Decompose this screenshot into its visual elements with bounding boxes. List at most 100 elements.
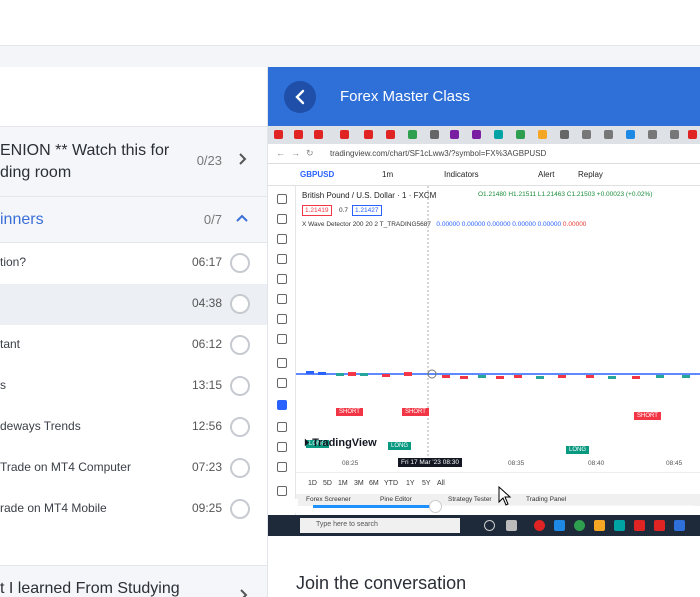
lock-tool-icon [277,442,287,452]
progress-handle[interactable] [428,500,442,513]
taskbar-app-icon [614,520,625,531]
taskbar-app-icon [634,520,645,531]
time-tick: 08:35 [508,460,525,467]
taskbar-app-icon [674,520,685,531]
magnet-tool-icon [277,400,287,410]
range-5d[interactable]: 5D [323,480,332,487]
range-6m[interactable]: 6M [369,480,379,487]
tab-favicon-icon [582,130,591,139]
lesson-complete-checkbox[interactable] [230,376,250,396]
windows-taskbar: Type here to search [268,515,700,536]
video-header: Forex Master Class [268,67,700,126]
range-5y[interactable]: 5Y [422,480,431,487]
back-button[interactable] [284,81,316,113]
range-1m[interactable]: 1M [338,480,348,487]
pause-icon [294,499,298,513]
short-signal-label: SHORT [402,408,429,416]
browser-address-bar: ←→↻ tradingview.com/chart/SF1cLww3/?symb… [268,144,700,164]
tab-favicon-icon [604,130,613,139]
lesson-duration: 09:25 [191,501,222,515]
browser-nav-icons: ←→↻ [276,148,320,158]
lesson-complete-checkbox[interactable] [230,253,250,273]
tab-favicon-icon [648,130,657,139]
brush-tool-icon [277,254,287,264]
taskbar-app-icon [654,520,665,531]
range-all[interactable]: All [437,480,445,487]
tab-favicon-icon [294,130,303,139]
section-title-line-2: ding room [0,164,72,181]
pause-icon [287,499,291,513]
chevron-right-icon[interactable] [235,152,249,166]
pause-button[interactable] [286,499,300,513]
drawing-toolbar [268,186,296,536]
taskbar-app-icon [506,520,517,531]
range-ytd[interactable]: YTD [384,480,398,487]
tab-favicon-icon [314,130,323,139]
tab-favicon-icon [340,130,349,139]
section-progress-count: 0/7 [203,212,222,227]
taskbar-app-icon [554,520,565,531]
time-tick: 08:45 [666,460,683,467]
lesson-item[interactable]: Trade on MT4 Computer 07:23 [0,448,267,489]
lesson-complete-checkbox[interactable] [230,499,250,519]
section-title: ENION ** Watch this for ding room [0,140,190,184]
lesson-item[interactable]: tant 06:12 [0,325,267,366]
lesson-item-active[interactable]: 04:38 [0,284,267,325]
tab-favicon-icon [450,130,459,139]
section-title: t I learned From Studying [0,580,180,597]
lesson-item[interactable]: tion? 06:17 [0,243,267,284]
range-1d[interactable]: 1D [308,480,317,487]
interval-label: 1m [382,170,394,179]
price-chart[interactable]: British Pound / U.S. Dollar · 1 · FXCM O… [296,186,700,458]
chevron-up-icon[interactable] [235,212,249,226]
conversation-heading: Join the conversation [296,573,467,593]
lesson-title: deways Trends [0,419,81,433]
progress-fill [313,505,435,508]
lesson-complete-checkbox[interactable] [230,335,250,355]
lesson-duration: 13:15 [191,378,222,392]
lesson-duration: 06:17 [191,255,222,269]
course-sidebar: ENION ** Watch this for ding room 0/23 i… [0,67,268,597]
lesson-item[interactable]: rade on MT4 Mobile 09:25 [0,489,267,530]
tradingview-logo-icon: ⏵ [304,438,309,449]
symbol-label: GBPUSD [300,170,335,179]
tab-favicon-icon [538,130,547,139]
time-tick: 08:40 [588,460,605,467]
lesson-item[interactable]: deways Trends 12:56 [0,407,267,448]
range-3m[interactable]: 3M [354,480,364,487]
candles [306,371,690,379]
chevron-right-icon[interactable] [236,588,250,597]
lesson-item[interactable]: s 13:15 [0,366,267,407]
video-frame: ←→↻ tradingview.com/chart/SF1cLww3/?symb… [268,126,700,536]
taskbar-search: Type here to search [300,518,460,533]
short-signal-label: SHORT [336,408,363,416]
text-tool-icon [277,274,287,284]
section-title-line-1: ENION ** Watch this for [0,142,170,159]
sidebar-header [0,67,267,127]
lesson-title: rade on MT4 Mobile [0,501,107,515]
trash-tool-icon [277,486,287,496]
section-header-2[interactable]: inners 0/7 [0,197,267,243]
lesson-complete-checkbox[interactable] [230,294,250,314]
taskbar-app-icon [594,520,605,531]
tab-favicon-icon [430,130,439,139]
video-player[interactable]: ←→↻ tradingview.com/chart/SF1cLww3/?symb… [268,126,700,536]
lesson-duration: 06:12 [191,337,222,351]
lesson-complete-checkbox[interactable] [230,417,250,437]
browser-tab-strip [268,126,700,144]
section-header-3[interactable]: t I learned From Studying [0,565,267,597]
video-controls [268,496,700,515]
zoom-tool-icon [277,378,287,388]
taskbar-app-icon [534,520,545,531]
crosshair-tool-icon [277,194,287,204]
emoji-tool-icon [277,334,287,344]
taskbar-app-icon [484,520,495,531]
lesson-title: tant [0,337,21,351]
lesson-title: tion? [0,255,27,269]
section-header-1[interactable]: ENION ** Watch this for ding room 0/23 [0,127,267,197]
lesson-complete-checkbox[interactable] [230,458,250,478]
section-progress-count: 0/23 [196,153,222,168]
range-1y[interactable]: 1Y [406,480,415,487]
lesson-duration: 04:38 [191,296,222,310]
tab-favicon-icon [364,130,373,139]
